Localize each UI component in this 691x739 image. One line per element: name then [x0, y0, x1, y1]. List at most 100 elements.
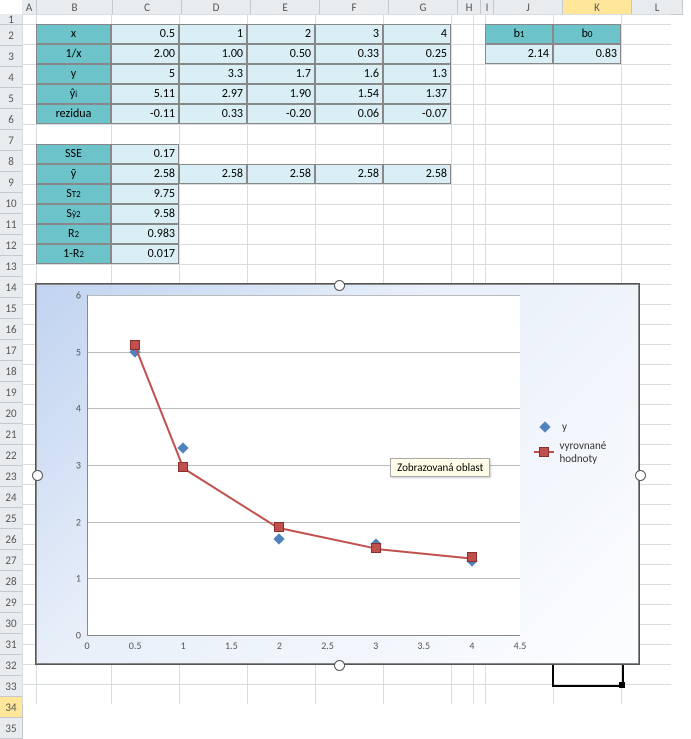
- row-header-25[interactable]: 25: [0, 508, 22, 529]
- cell-K2[interactable]: b0: [553, 24, 621, 44]
- col-header-G[interactable]: G: [389, 0, 458, 14]
- cell-C13[interactable]: 0.017: [111, 244, 179, 264]
- row-header-33[interactable]: 33: [0, 676, 22, 697]
- col-header-J[interactable]: J: [494, 0, 563, 14]
- cell-E2[interactable]: 2: [247, 24, 315, 44]
- chart-resize-handle[interactable]: [32, 470, 43, 481]
- chart-resize-handle[interactable]: [334, 660, 345, 671]
- col-header-B[interactable]: B: [37, 0, 113, 14]
- cell-E5[interactable]: 1.90: [247, 84, 315, 104]
- chart[interactable]: yvyrovnané hodnoty Zobrazovaná oblast 01…: [36, 284, 639, 664]
- row-header-4[interactable]: 4: [0, 67, 22, 88]
- cell-G9[interactable]: 2.58: [383, 164, 451, 184]
- row-header-11[interactable]: 11: [0, 214, 22, 235]
- row-header-9[interactable]: 9: [0, 172, 22, 193]
- row-header-17[interactable]: 17: [0, 340, 22, 361]
- col-header-C[interactable]: C: [113, 0, 182, 14]
- cell-J2[interactable]: b1: [485, 24, 553, 44]
- row-header-7[interactable]: 7: [0, 130, 22, 151]
- cell-B5[interactable]: ŷi: [36, 84, 111, 104]
- row-header-5[interactable]: 5: [0, 88, 22, 109]
- row-header-35[interactable]: 35: [0, 718, 22, 739]
- cell-D3[interactable]: 1.00: [179, 44, 247, 64]
- cell-E6[interactable]: -0.20: [247, 104, 315, 124]
- row-header-20[interactable]: 20: [0, 403, 22, 424]
- row-header-24[interactable]: 24: [0, 487, 22, 508]
- cell-C11[interactable]: 9.58: [111, 204, 179, 224]
- cell-F9[interactable]: 2.58: [315, 164, 383, 184]
- row-header-30[interactable]: 30: [0, 613, 22, 634]
- row-header-14[interactable]: 14: [0, 277, 22, 298]
- col-header-F[interactable]: F: [320, 0, 389, 14]
- cell-E3[interactable]: 0.50: [247, 44, 315, 64]
- chart-point-fitted[interactable]: [371, 543, 381, 553]
- row-header-23[interactable]: 23: [0, 466, 22, 487]
- cell-D2[interactable]: 1: [179, 24, 247, 44]
- cell-G6[interactable]: -0.07: [383, 104, 451, 124]
- cell-B11[interactable]: Sŷ2: [36, 204, 111, 224]
- row-header-2[interactable]: 2: [0, 25, 22, 46]
- row-header-18[interactable]: 18: [0, 361, 22, 382]
- cell-G3[interactable]: 0.25: [383, 44, 451, 64]
- cell-F2[interactable]: 3: [315, 24, 383, 44]
- cell-C3[interactable]: 2.00: [111, 44, 179, 64]
- cell-F3[interactable]: 0.33: [315, 44, 383, 64]
- cell-B2[interactable]: x: [36, 24, 111, 44]
- cell-G5[interactable]: 1.37: [383, 84, 451, 104]
- cell-E4[interactable]: 1.7: [247, 64, 315, 84]
- row-header-6[interactable]: 6: [0, 109, 22, 130]
- col-header-I[interactable]: I: [481, 0, 494, 14]
- col-header-E[interactable]: E: [251, 0, 320, 14]
- cell-B8[interactable]: SSE: [36, 144, 111, 164]
- column-headers[interactable]: ABCDEFGHIJKL: [22, 0, 683, 15]
- cell-E9[interactable]: 2.58: [247, 164, 315, 184]
- cell-F5[interactable]: 1.54: [315, 84, 383, 104]
- chart-resize-handle[interactable]: [334, 280, 345, 291]
- chart-point-fitted[interactable]: [467, 552, 477, 562]
- cell-B12[interactable]: R2: [36, 224, 111, 244]
- chart-legend-item[interactable]: vyrovnané hodnoty: [532, 439, 638, 465]
- row-headers[interactable]: 1234567891011121314151617181920212223242…: [0, 14, 23, 739]
- cell-D5[interactable]: 2.97: [179, 84, 247, 104]
- row-header-15[interactable]: 15: [0, 298, 22, 319]
- cell-C8[interactable]: 0.17: [111, 144, 179, 164]
- cell-C10[interactable]: 9.75: [111, 184, 179, 204]
- cell-F6[interactable]: 0.06: [315, 104, 383, 124]
- chart-resize-handle[interactable]: [635, 470, 646, 481]
- col-header-D[interactable]: D: [182, 0, 251, 14]
- cell-C12[interactable]: 0.983: [111, 224, 179, 244]
- chart-point-y[interactable]: [274, 533, 285, 544]
- cell-C9[interactable]: 2.58: [111, 164, 179, 184]
- col-header-K[interactable]: K: [563, 0, 632, 14]
- col-header-A[interactable]: A: [22, 0, 37, 14]
- chart-point-fitted[interactable]: [130, 340, 140, 350]
- col-header-L[interactable]: L: [632, 0, 683, 14]
- cell-F4[interactable]: 1.6: [315, 64, 383, 84]
- cell-C5[interactable]: 5.11: [111, 84, 179, 104]
- chart-point-fitted[interactable]: [178, 462, 188, 472]
- cell-C6[interactable]: -0.11: [111, 104, 179, 124]
- cell-G4[interactable]: 1.3: [383, 64, 451, 84]
- row-header-16[interactable]: 16: [0, 319, 22, 340]
- chart-point-fitted[interactable]: [274, 522, 284, 532]
- cell-B13[interactable]: 1-R2: [36, 244, 111, 264]
- cell-B3[interactable]: 1/x: [36, 44, 111, 64]
- row-header-21[interactable]: 21: [0, 424, 22, 445]
- row-header-1[interactable]: 1: [0, 14, 22, 25]
- row-header-31[interactable]: 31: [0, 634, 22, 655]
- cell-J3[interactable]: 2.14: [485, 44, 553, 64]
- chart-point-y[interactable]: [178, 442, 189, 453]
- row-header-8[interactable]: 8: [0, 151, 22, 172]
- row-header-26[interactable]: 26: [0, 529, 22, 550]
- cell-D4[interactable]: 3.3: [179, 64, 247, 84]
- row-header-29[interactable]: 29: [0, 592, 22, 613]
- chart-legend-item[interactable]: y: [532, 420, 638, 433]
- cell-D6[interactable]: 0.33: [179, 104, 247, 124]
- row-header-13[interactable]: 13: [0, 256, 22, 277]
- row-header-27[interactable]: 27: [0, 550, 22, 571]
- chart-legend[interactable]: y vyrovnané hodnoty: [532, 414, 638, 471]
- cell-B4[interactable]: y: [36, 64, 111, 84]
- row-header-34[interactable]: 34: [0, 697, 22, 718]
- cell-K3[interactable]: 0.83: [553, 44, 621, 64]
- cell-G2[interactable]: 4: [383, 24, 451, 44]
